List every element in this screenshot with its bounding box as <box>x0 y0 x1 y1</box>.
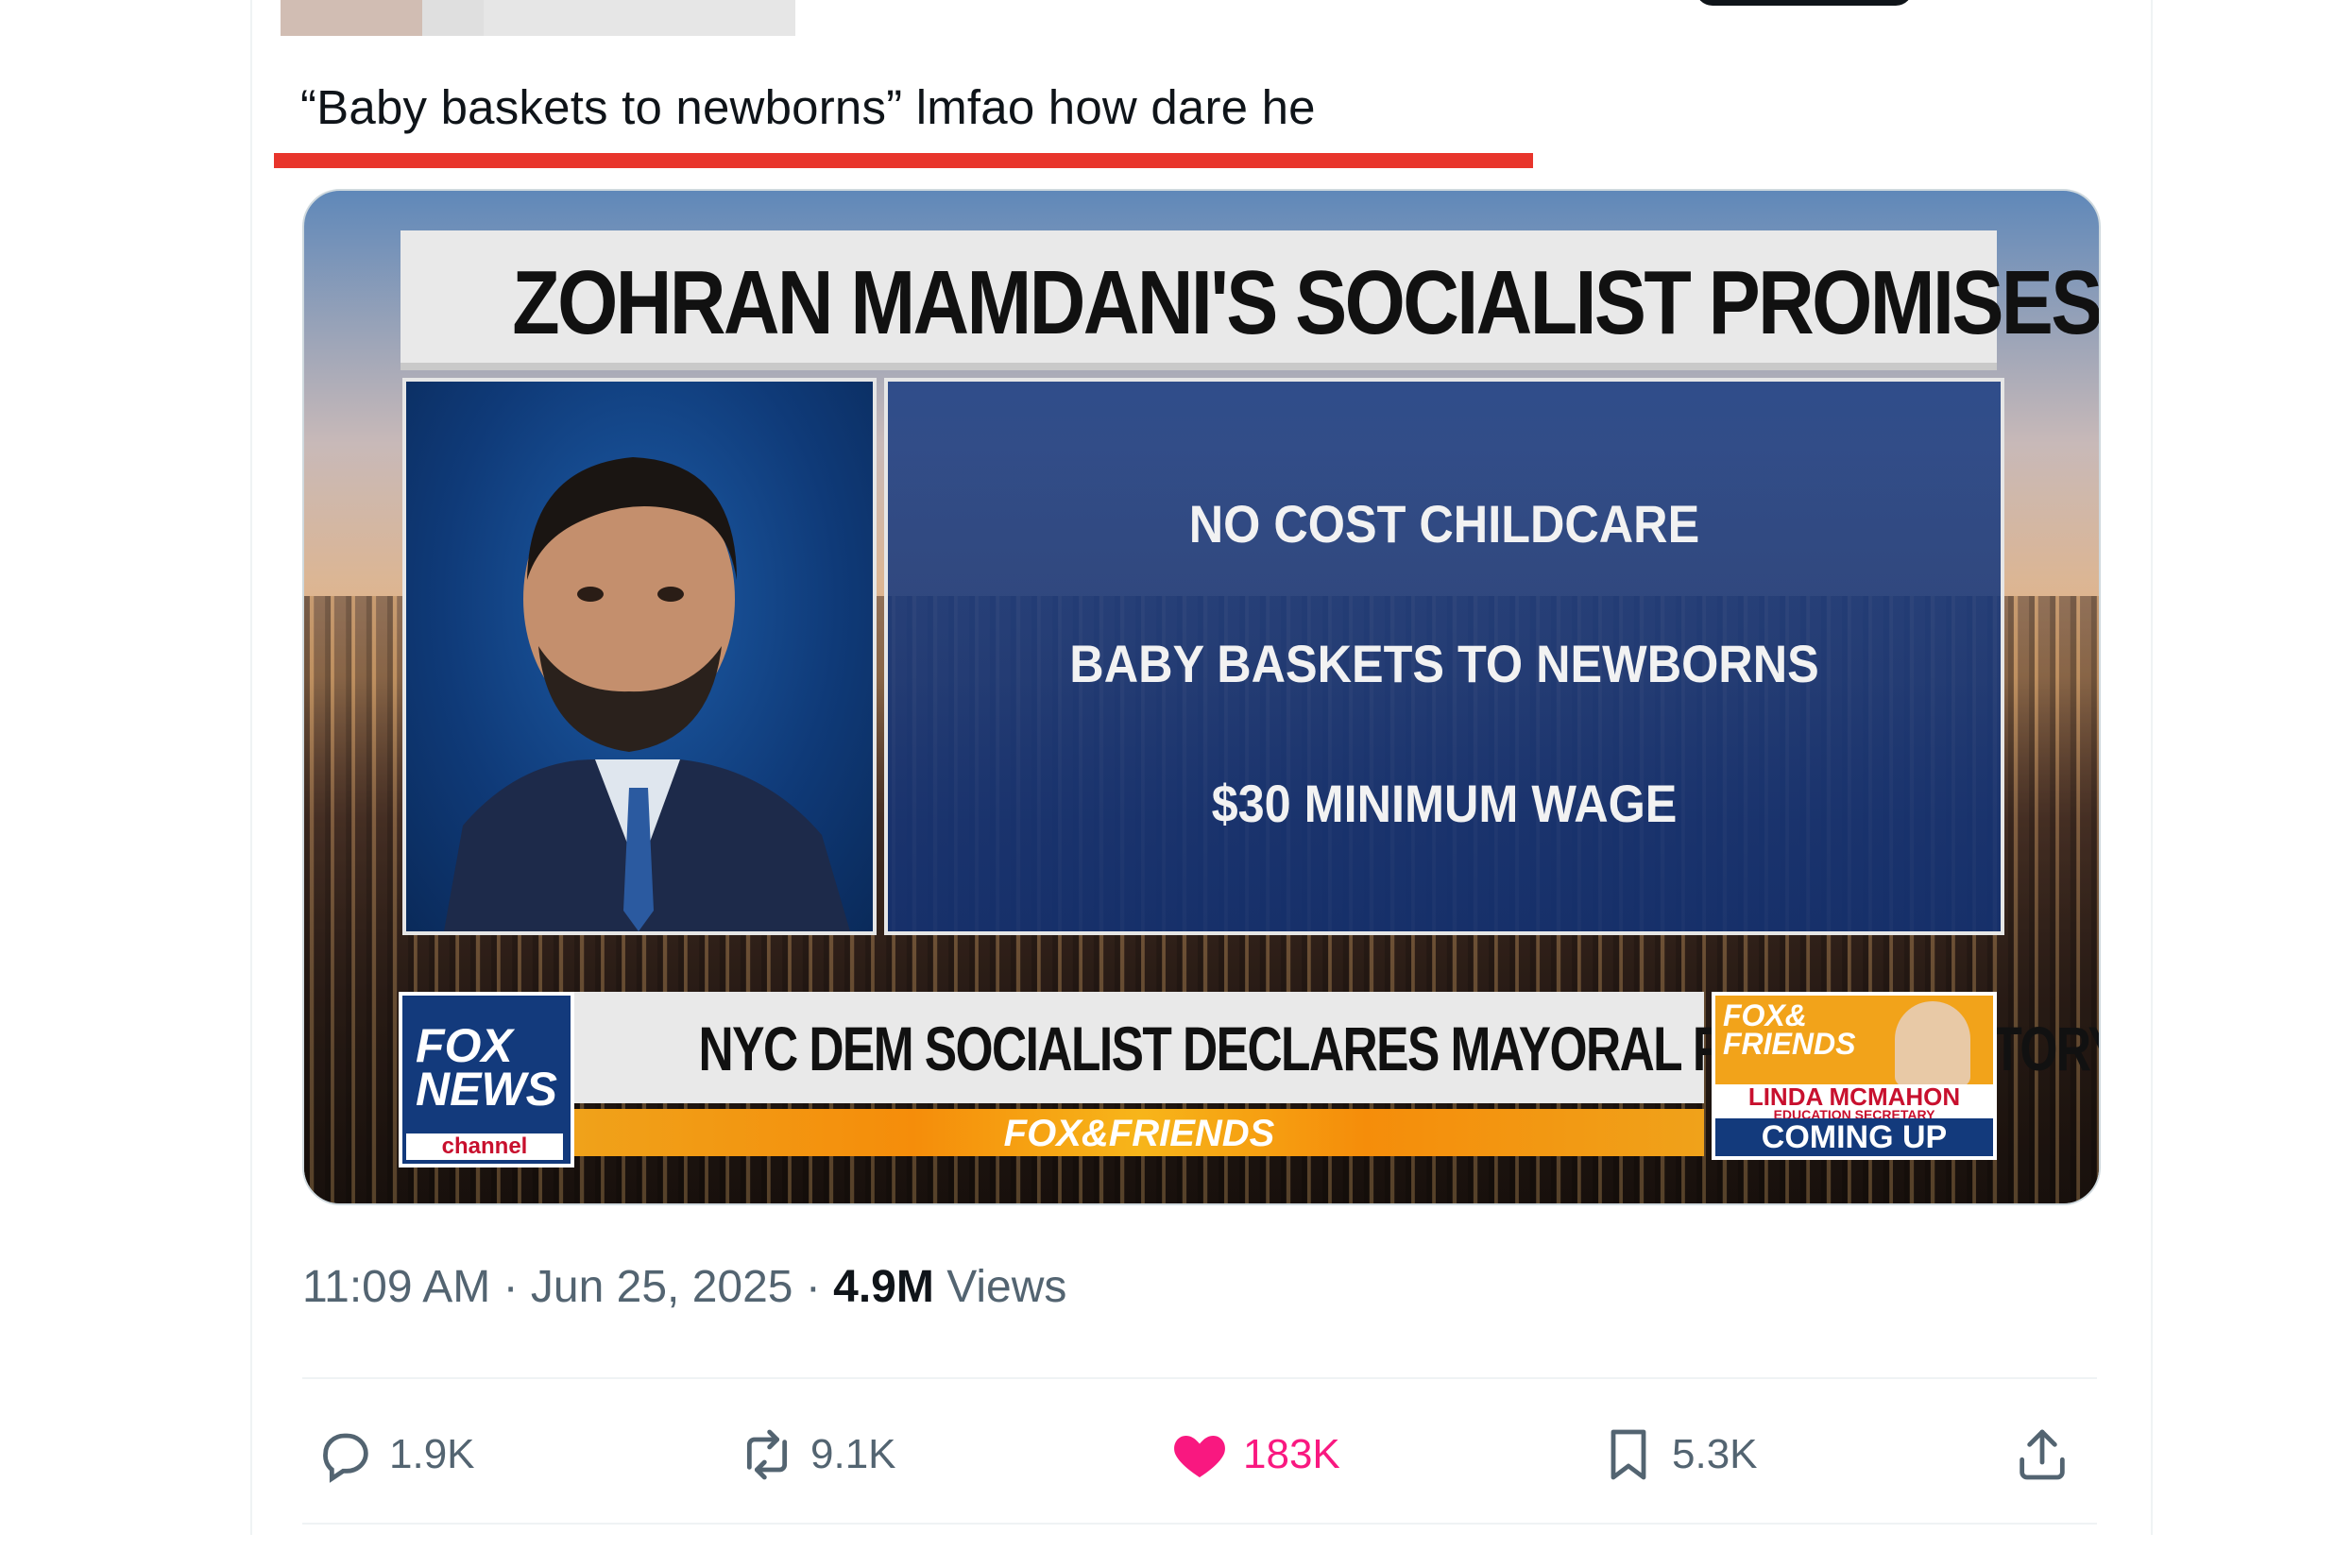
bookmark-button[interactable]: 5.3K <box>1598 1417 1758 1492</box>
reply-icon <box>323 1433 368 1483</box>
author-avatar-blurred[interactable] <box>281 0 795 38</box>
follow-button[interactable] <box>1696 0 1913 6</box>
red-annotation-underline <box>274 153 1533 168</box>
news-ticker: NYC DEM SOCIALIST DECLARES MAYORAL PRIMA… <box>574 992 2099 1103</box>
tweet-time[interactable]: 11:09 AM <box>302 1262 490 1312</box>
show-strip: FOX&FRIENDS <box>574 1109 1704 1156</box>
share-icon <box>2020 1429 2065 1480</box>
tweet-media-image[interactable]: ZOHRAN MAMDANI'S SOCIALIST PROMISES NO C… <box>302 189 2101 1205</box>
share-button[interactable] <box>2012 1417 2072 1492</box>
promise-item: NO COST CHILDCARE <box>1188 494 1700 554</box>
repost-button[interactable]: 9.1K <box>737 1417 896 1492</box>
repost-icon <box>746 1429 788 1480</box>
coming-up-promo: FOX& FRIENDS LINDA MCMAHON EDUCATION SECR… <box>1712 992 1997 1160</box>
bookmark-count: 5.3K <box>1672 1431 1758 1477</box>
candidate-photo <box>402 378 877 935</box>
tweet-meta: 11:09 AM · Jun 25, 2025 · 4.9M Views <box>302 1262 1067 1312</box>
promise-item: BABY BASKETS TO NEWBORNS <box>1069 634 1819 693</box>
guest-portrait <box>1895 1001 1970 1086</box>
promise-item: $30 MINIMUM WAGE <box>1211 774 1678 833</box>
reply-button[interactable]: 1.9K <box>315 1417 475 1492</box>
reply-count: 1.9K <box>389 1431 475 1477</box>
promises-panel: NO COST CHILDCARE BABY BASKETS TO NEWBOR… <box>884 378 2004 935</box>
heart-icon <box>1174 1436 1225 1477</box>
like-count: 183K <box>1243 1431 1340 1477</box>
like-button[interactable]: 183K <box>1169 1417 1340 1492</box>
repost-count: 9.1K <box>810 1431 896 1477</box>
bookmark-icon <box>1611 1429 1646 1480</box>
tweet-date[interactable]: Jun 25, 2025 <box>531 1262 793 1312</box>
tweet-text: “Baby baskets to newborns” lmfao how dar… <box>300 80 1316 134</box>
views-count: 4.9M <box>833 1262 934 1312</box>
divider <box>302 1377 2097 1379</box>
fox-news-logo: FOX NEWS channel <box>399 992 574 1167</box>
headline-text: ZOHRAN MAMDANI'S SOCIALIST PROMISES <box>512 252 2101 353</box>
lower-third: FOX NEWS channel NYC DEM SOCIALIST DECLAR… <box>399 992 2099 1167</box>
views-label: Views <box>946 1262 1067 1312</box>
chyron-headline: ZOHRAN MAMDANI'S SOCIALIST PROMISES <box>401 230 2101 370</box>
action-bar: 1.9K 9.1K 183K 5.3K <box>302 1417 2097 1492</box>
divider <box>302 1523 2097 1525</box>
